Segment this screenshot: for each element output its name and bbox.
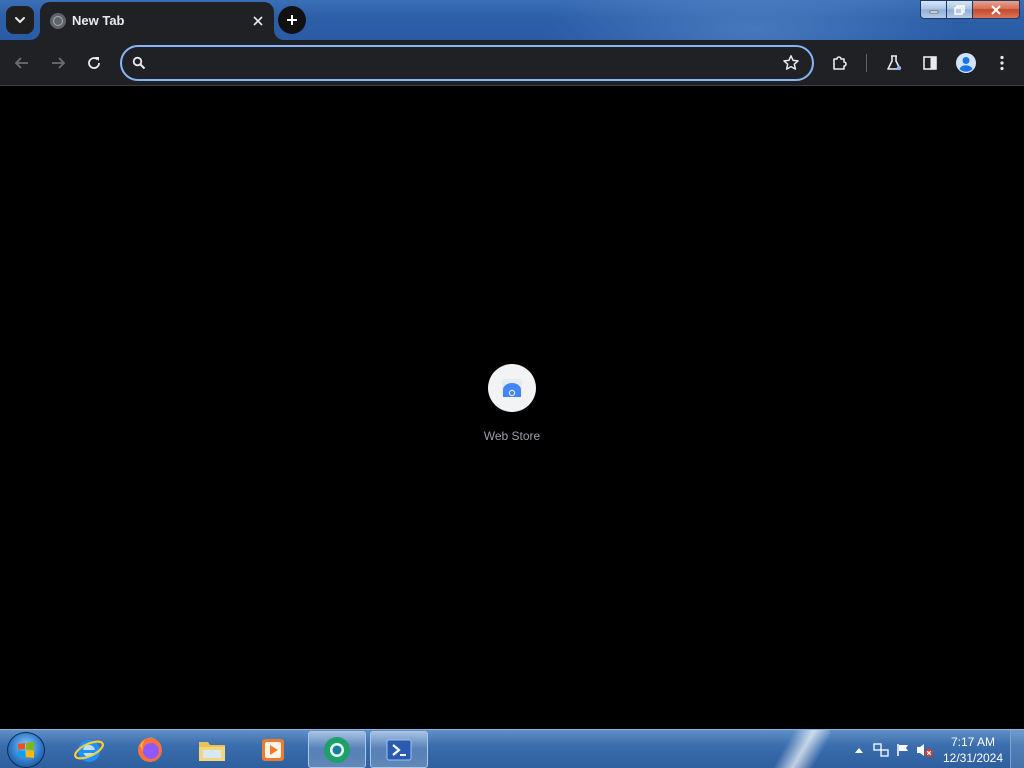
web-store-icon — [488, 364, 536, 412]
start-button[interactable] — [7, 732, 45, 768]
show-desktop-button[interactable] — [1010, 730, 1024, 768]
window-controls — [920, 0, 1020, 20]
minimize-button[interactable] — [920, 0, 947, 19]
clock-date: 12/31/2024 — [942, 750, 1004, 765]
close-window-button[interactable] — [973, 0, 1020, 19]
clock-time: 7:17 AM — [950, 734, 996, 749]
powershell-icon — [386, 739, 412, 760]
star-icon[interactable] — [782, 54, 800, 77]
taskbar-ie[interactable] — [60, 731, 118, 768]
omnibox-input[interactable] — [154, 53, 774, 73]
flask-icon — [887, 55, 902, 71]
search-icon — [132, 56, 146, 75]
media-player-icon — [262, 738, 284, 761]
restore-button[interactable] — [947, 0, 973, 19]
reload-button[interactable] — [80, 49, 108, 77]
back-button[interactable] — [8, 49, 36, 77]
taskbar-firefox[interactable] — [121, 731, 179, 768]
restore-icon — [954, 4, 965, 15]
menu-button[interactable] — [988, 49, 1016, 77]
toolbar-separator — [866, 54, 867, 72]
browser-toolbar — [0, 40, 1024, 86]
arrow-left-icon — [14, 57, 28, 69]
profile-button[interactable] — [952, 49, 980, 77]
new-tab-page: Web Store — [0, 87, 1024, 729]
action-center-flag-icon[interactable] — [892, 739, 914, 761]
chrome-icon — [324, 736, 350, 763]
taskbar-media-player[interactable] — [244, 731, 302, 768]
firefox-icon — [138, 737, 162, 762]
internet-explorer-icon — [74, 739, 104, 762]
side-panel-icon — [923, 56, 937, 70]
reload-icon — [88, 57, 100, 69]
clock[interactable]: 7:17 AM 12/31/2024 — [936, 734, 1010, 766]
address-bar[interactable] — [120, 45, 814, 81]
volume-muted-icon[interactable] — [914, 739, 936, 761]
title-bar: New Tab — [0, 0, 1024, 40]
puzzle-icon — [833, 56, 847, 70]
globe-icon — [50, 13, 66, 29]
network-icon[interactable] — [870, 739, 892, 761]
windows-logo-icon — [18, 742, 34, 758]
close-icon — [991, 4, 1001, 15]
chevron-up-icon — [855, 747, 863, 753]
tab-new-tab[interactable]: New Tab — [40, 2, 274, 40]
system-tray: 7:17 AM 12/31/2024 — [848, 730, 1024, 768]
labs-button[interactable] — [880, 49, 908, 77]
shortcut-label: Web Store — [483, 429, 541, 443]
plus-icon — [287, 15, 297, 25]
arrow-right-icon — [52, 57, 66, 69]
minimize-icon — [929, 10, 938, 13]
close-tab-icon[interactable] — [248, 11, 268, 31]
kebab-menu-icon — [1000, 55, 1004, 71]
new-tab-button[interactable] — [278, 6, 306, 34]
avatar-icon — [956, 53, 976, 73]
folder-icon — [199, 741, 225, 761]
extensions-button[interactable] — [826, 49, 854, 77]
tab-title: New Tab — [72, 13, 125, 28]
taskbar-chrome[interactable] — [308, 731, 366, 768]
side-panel-button[interactable] — [916, 49, 944, 77]
shortcut-web-store[interactable]: Web Store — [472, 364, 552, 454]
forward-button[interactable] — [44, 49, 72, 77]
show-hidden-icons-button[interactable] — [848, 739, 870, 761]
taskbar-powershell[interactable] — [370, 731, 428, 768]
taskbar-file-explorer[interactable] — [183, 731, 241, 768]
chevron-down-icon — [15, 17, 25, 24]
taskbar: 7:17 AM 12/31/2024 — [0, 729, 1024, 768]
